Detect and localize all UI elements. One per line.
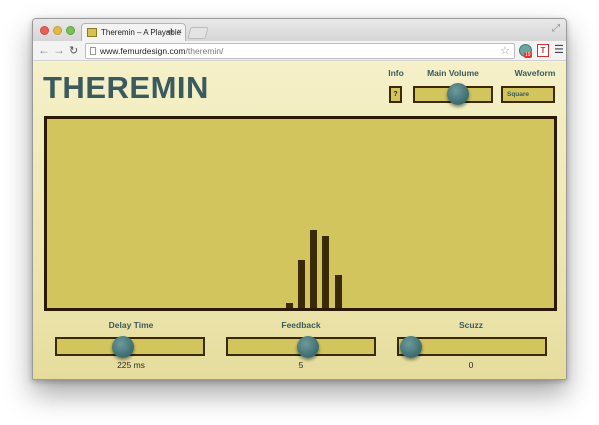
info-button[interactable]: ? (389, 86, 402, 103)
browser-window: Theremin – A Playable ◂) × ⤢ ← → ↻ www.f… (32, 18, 567, 380)
visualizer-bar (298, 260, 305, 308)
favicon-icon (87, 28, 97, 37)
app-title: THEREMIN (43, 70, 209, 105)
forward-arrow-icon[interactable]: → (53, 43, 65, 57)
frequency-visualizer[interactable] (44, 116, 557, 311)
feedback-label: Feedback (281, 320, 321, 330)
scuzz-knob[interactable] (400, 336, 422, 358)
info-label: Info (388, 68, 404, 78)
visualizer-bar (310, 230, 317, 308)
minimize-window-button[interactable] (53, 26, 62, 35)
url-domain: www.femurdesign.com (100, 46, 186, 56)
bookmark-star-icon[interactable]: ☆ (500, 44, 510, 57)
title-bar: Theremin – A Playable ◂) × ⤢ (33, 19, 566, 41)
delay-time-label: Delay Time (108, 320, 154, 330)
reload-icon[interactable]: ↻ (69, 44, 78, 57)
waveform-select[interactable]: Square (501, 86, 555, 103)
visualizer-bar (286, 303, 293, 308)
extension-t-icon[interactable]: T (537, 44, 549, 57)
waveform-label: Waveform (514, 68, 556, 78)
extension-badge: 19 (524, 52, 532, 58)
maximize-window-button[interactable] (66, 26, 75, 35)
close-window-button[interactable] (40, 26, 49, 35)
address-bar[interactable]: www.femurdesign.com/theremin/ ☆ (85, 43, 515, 59)
back-arrow-icon[interactable]: ← (38, 43, 50, 57)
visualizer-bar (322, 236, 329, 308)
main-volume-label: Main Volume (427, 68, 479, 78)
scuzz-label: Scuzz (458, 320, 484, 330)
delay-time-value: 225 ms (117, 360, 145, 370)
url-path: /theremin/ (185, 46, 224, 56)
browser-toolbar: ← → ↻ www.femurdesign.com/theremin/ ☆ 19… (33, 41, 566, 61)
visualizer-bar (335, 275, 342, 308)
speaker-icon[interactable]: ◂) (166, 27, 173, 36)
delay-time-knob[interactable] (112, 336, 134, 358)
page-icon (90, 47, 96, 55)
fullscreen-icon[interactable]: ⤢ (552, 23, 560, 34)
feedback-value: 5 (298, 360, 304, 370)
tab-close-icon[interactable]: × (177, 27, 182, 36)
browser-tab[interactable]: Theremin – A Playable ◂) × (81, 23, 186, 41)
main-volume-knob[interactable] (447, 83, 469, 105)
menu-icon[interactable]: ☰ (554, 43, 564, 56)
new-tab-button[interactable] (187, 27, 209, 39)
page-content: THEREMIN Info Main Volume Waveform ? Squ… (33, 62, 566, 379)
scuzz-value: 0 (468, 360, 474, 370)
feedback-knob[interactable] (297, 336, 319, 358)
